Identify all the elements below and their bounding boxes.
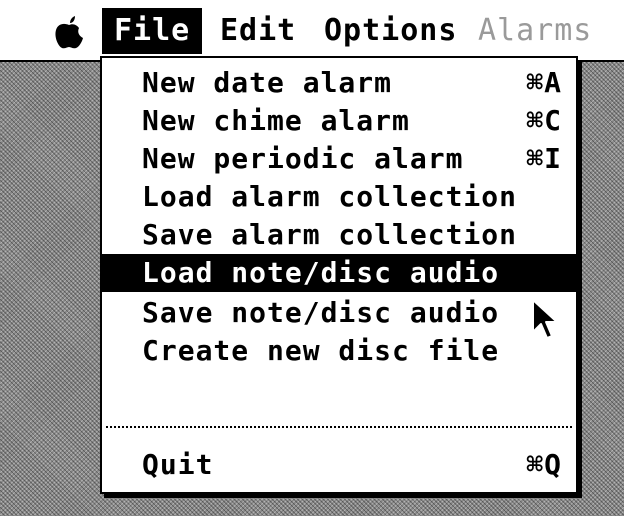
apple-logo-icon[interactable] xyxy=(52,12,86,50)
menu-item-load-alarm-collection[interactable]: Load alarm collection xyxy=(102,178,576,216)
menu-item-label: New periodic alarm xyxy=(142,142,464,175)
menu-options[interactable]: Options xyxy=(312,8,469,54)
menu-item-shortcut: ⌘C xyxy=(526,104,562,137)
menu-item-label: Quit xyxy=(142,448,214,481)
menu-item-new-date-alarm[interactable]: New date alarm ⌘A xyxy=(102,64,576,102)
menu-file[interactable]: File xyxy=(102,8,203,54)
menu-item-save-alarm-collection[interactable]: Save alarm collection xyxy=(102,216,576,254)
menu-item-new-chime-alarm[interactable]: New chime alarm ⌘C xyxy=(102,102,576,140)
menu-item-load-note-disc-audio[interactable]: Load note/disc audio xyxy=(102,254,576,292)
menu-item-label: New date alarm xyxy=(142,66,393,99)
menu-item-new-periodic-alarm[interactable]: New periodic alarm ⌘I xyxy=(102,140,576,178)
menu-item-label: Load alarm collection xyxy=(142,180,518,213)
menu-item-shortcut: ⌘Q xyxy=(526,448,562,481)
menu-item-label: Load note/disc audio xyxy=(142,256,500,289)
menu-item-create-new-disc-file[interactable]: Create new disc file xyxy=(102,332,576,370)
arrow-pointer-icon xyxy=(532,299,558,339)
menu-item-label: Create new disc file xyxy=(142,334,500,367)
menu-item-label: Save alarm collection xyxy=(142,218,518,251)
menu-item-save-note-disc-audio[interactable]: Save note/disc audio xyxy=(102,294,576,332)
menu-item-label: Save note/disc audio xyxy=(142,296,500,329)
menu-separator xyxy=(106,426,572,428)
menu-item-shortcut: ⌘A xyxy=(526,66,562,99)
file-menu-dropdown: New date alarm ⌘A New chime alarm ⌘C New… xyxy=(100,56,578,494)
menu-item-label: New chime alarm xyxy=(142,104,410,137)
menu-alarms[interactable]: Alarms xyxy=(466,8,604,54)
menu-item-shortcut: ⌘I xyxy=(526,142,562,175)
menu-edit[interactable]: Edit xyxy=(208,8,308,54)
menu-item-quit[interactable]: Quit ⌘Q xyxy=(102,446,576,484)
menu-bar: File Edit Options Alarms xyxy=(0,0,624,62)
